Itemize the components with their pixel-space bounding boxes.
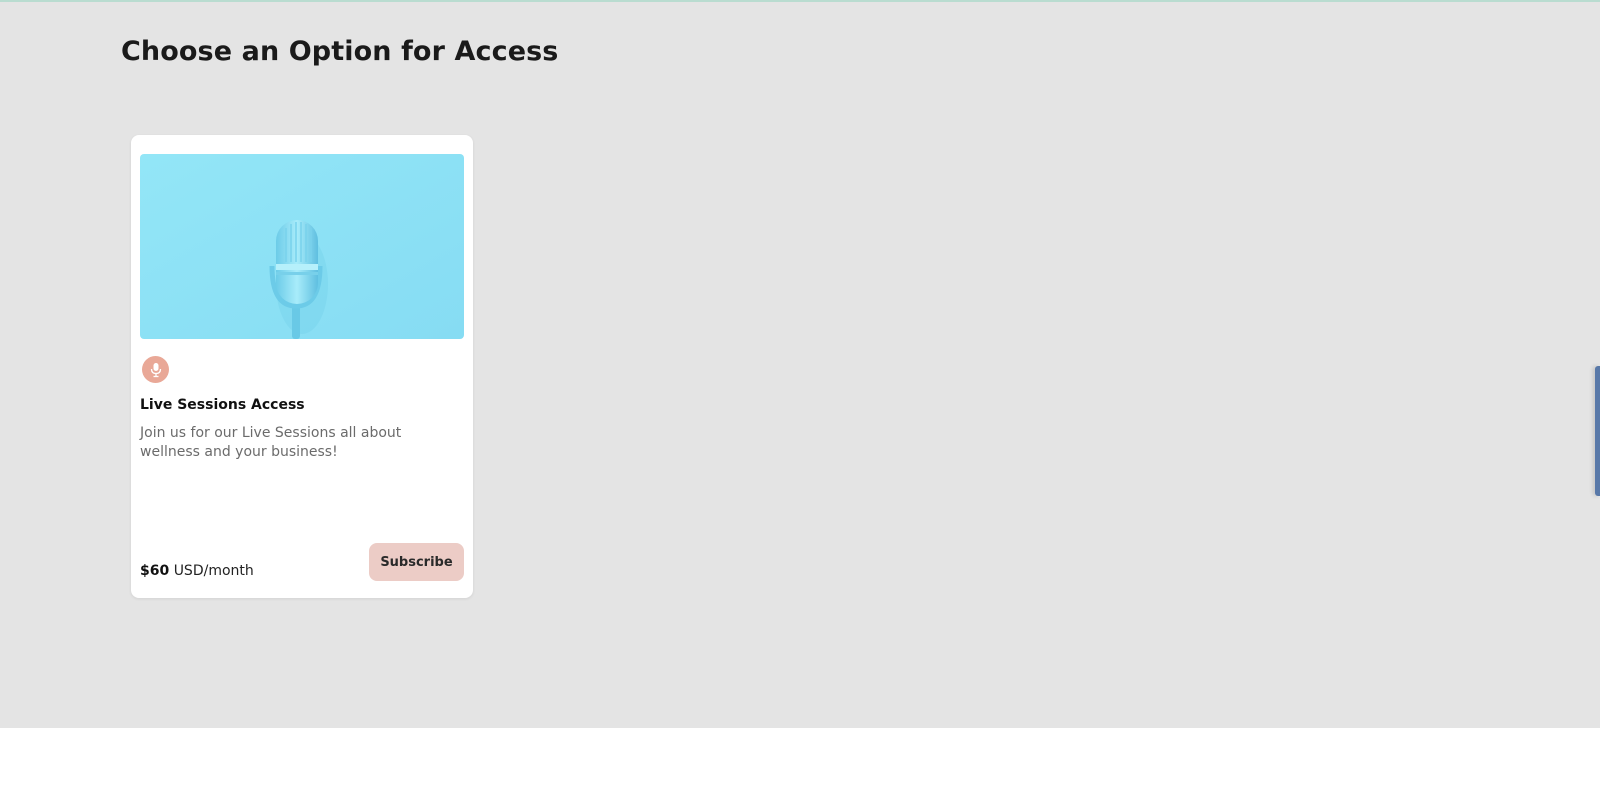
- side-panel-tab[interactable]: [1595, 366, 1600, 496]
- subscribe-button[interactable]: Subscribe: [369, 543, 464, 581]
- microphone-image: [140, 154, 464, 339]
- option-title: Live Sessions Access: [140, 397, 305, 413]
- option-price: $60 USD/month: [140, 563, 254, 579]
- page-title: Choose an Option for Access: [121, 36, 559, 67]
- price-unit: USD/month: [173, 563, 254, 579]
- option-description: Join us for our Live Sessions all about …: [140, 425, 402, 460]
- microphone-icon: [142, 356, 169, 383]
- access-options-section: Choose an Option for Access Live Session…: [0, 2, 1600, 728]
- option-card-live-sessions: Live Sessions Access Join us for our Liv…: [131, 135, 473, 598]
- price-amount: $60: [140, 563, 170, 579]
